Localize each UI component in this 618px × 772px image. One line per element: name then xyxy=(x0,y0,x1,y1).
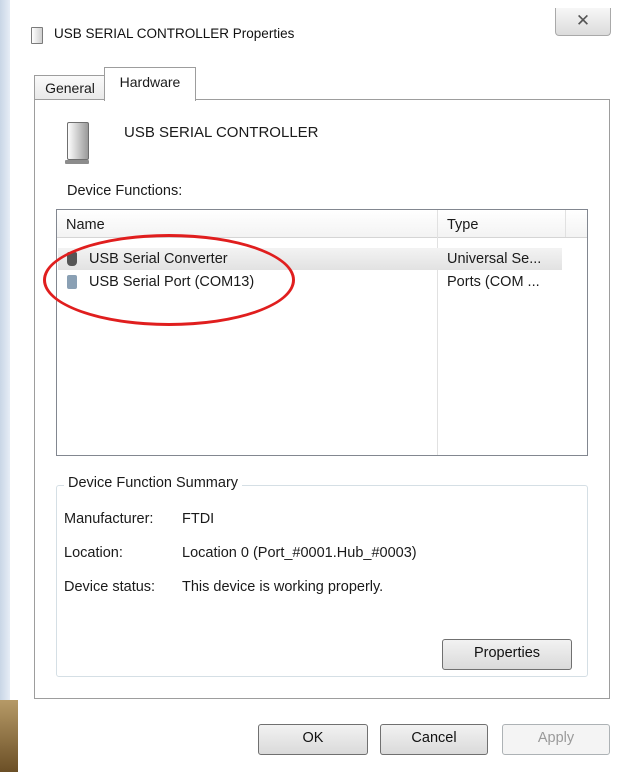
column-divider[interactable] xyxy=(565,210,566,237)
tab-hardware[interactable]: Hardware xyxy=(104,67,196,101)
device-functions-label: Device Functions: xyxy=(67,183,183,199)
list-header: Name Type xyxy=(57,210,587,238)
manufacturer-label: Manufacturer: xyxy=(64,511,154,527)
column-divider[interactable] xyxy=(437,210,438,455)
column-header-type[interactable]: Type xyxy=(447,217,478,233)
properties-button[interactable]: Properties xyxy=(442,639,572,670)
location-label: Location: xyxy=(64,545,123,561)
apply-button[interactable]: Apply xyxy=(502,724,610,755)
ok-button[interactable]: OK xyxy=(258,724,368,755)
window-frame-left xyxy=(0,0,10,772)
background-window-edge xyxy=(0,700,18,772)
list-item-type: Ports (COM ... xyxy=(447,274,540,290)
device-title-icon xyxy=(31,27,43,44)
red-highlight-ellipse xyxy=(43,234,295,326)
device-tower-icon xyxy=(65,122,89,164)
list-item-type: Universal Se... xyxy=(447,251,542,267)
close-button[interactable]: ✕ xyxy=(555,8,611,36)
window-title: USB SERIAL CONTROLLER Properties xyxy=(54,26,295,41)
column-header-name[interactable]: Name xyxy=(66,217,105,233)
properties-dialog: USB SERIAL CONTROLLER Properties ✕ Gener… xyxy=(0,0,618,772)
cancel-button[interactable]: Cancel xyxy=(380,724,488,755)
location-value: Location 0 (Port_#0001.Hub_#0003) xyxy=(182,545,417,561)
manufacturer-value: FTDI xyxy=(182,511,215,527)
close-icon: ✕ xyxy=(575,11,591,30)
summary-legend: Device Function Summary xyxy=(64,475,243,491)
device-name: USB SERIAL CONTROLLER xyxy=(124,124,319,141)
tab-general[interactable]: General xyxy=(34,75,106,100)
device-status-label: Device status: xyxy=(64,579,156,595)
device-status-value: This device is working properly. xyxy=(182,579,384,595)
